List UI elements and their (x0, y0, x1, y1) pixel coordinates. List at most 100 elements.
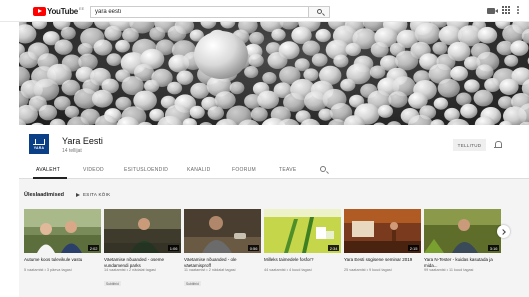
banner-pellet (473, 89, 494, 107)
banner-pellet (54, 39, 73, 55)
top-icons (487, 6, 519, 14)
banner-pellet (510, 40, 529, 56)
banner-pellet (504, 54, 519, 67)
video-title[interactable]: Väetamise nõuanded - oseme vundamendi pa… (104, 257, 181, 268)
youtube-logo[interactable]: YouTube EE (33, 6, 84, 16)
banner-pellet (244, 66, 259, 78)
banner-pellet (475, 64, 494, 80)
banner-pellet-large (194, 31, 248, 79)
banner-pellet (484, 78, 501, 92)
banner-pellet (340, 78, 356, 92)
video-meta: 14 vaatamist • 2 nädalat tagasi (104, 268, 156, 272)
bell-icon[interactable] (494, 141, 502, 149)
search-button[interactable] (308, 6, 330, 18)
play-all-button[interactable]: ESITA KÕIK (76, 192, 110, 197)
tab-kanalid[interactable]: KANALID (187, 167, 211, 173)
play-icon (76, 192, 80, 197)
video-meta: 25 vaatamist • 9 kuud tagasi (344, 268, 392, 272)
channel-avatar[interactable]: YARA (29, 134, 49, 154)
banner-pellet (464, 79, 480, 93)
banner-pellet (115, 39, 130, 53)
video-thumbnail[interactable]: 0:56 (184, 209, 261, 253)
banner-pellet (271, 28, 286, 41)
subscriber-count: 14 tellijat (62, 148, 82, 154)
play-all-label: ESITA KÕIK (83, 192, 111, 197)
tab-foorum[interactable]: FOORUM (232, 167, 256, 173)
upload-age: 9 kuud tagasi (368, 268, 392, 272)
viking-ship-icon (33, 138, 45, 145)
banner-pellet (190, 82, 210, 99)
more-vert-icon[interactable] (517, 6, 519, 14)
banner-pellet (369, 65, 386, 79)
banner-pellet (388, 91, 408, 108)
video-thumbnail[interactable]: 2:15 (344, 209, 421, 253)
banner-pellet (311, 53, 328, 67)
video-title[interactable]: Yara Eesti sügisene seminar 2019 (344, 257, 421, 263)
banner-pellet (502, 24, 525, 44)
tab-videod[interactable]: VIDEOD (83, 167, 104, 173)
tab-esitusloendid[interactable]: ESITUSLOENDID (124, 167, 168, 173)
video-meta: 5 vaatamist • 3 päeva tagasi (24, 268, 72, 272)
banner-pellet (477, 26, 498, 44)
banner-pellet (377, 104, 393, 118)
banner-pellet (64, 105, 80, 118)
upload-age: 4 kuud tagasi (288, 268, 312, 272)
banner-pellet (144, 79, 160, 93)
view-count: 5 vaatamist (24, 268, 44, 272)
upload-age: 2 nädalat tagasi (208, 268, 236, 272)
apps-grid-icon[interactable] (502, 6, 510, 14)
banner-pellet (38, 104, 58, 121)
view-count: 25 vaatamist (344, 268, 366, 272)
banner-pellet (333, 54, 349, 68)
tab-teave[interactable]: TEAVE (279, 167, 297, 173)
banner-pellet (104, 25, 122, 41)
banner-pellet (433, 97, 449, 110)
shelf-title[interactable]: Üleslaadimised (24, 192, 64, 198)
banner-pellet (31, 122, 44, 125)
video-title[interactable]: Milleks taimedele fosfor? (264, 257, 341, 263)
banner-pellet (49, 118, 66, 125)
video-duration: 2:02 (88, 245, 99, 251)
video-meta: 44 vaatamist • 4 kuud tagasi (264, 268, 312, 272)
channel-search-icon[interactable] (320, 166, 326, 172)
banner-pellet (345, 42, 362, 57)
banner-pellets-image (19, 22, 529, 125)
view-count: 44 vaatamist (264, 268, 286, 272)
video-thumbnail[interactable]: 1:06 (104, 209, 181, 253)
tab-avaleht[interactable]: AVALEHT (36, 167, 60, 173)
video-title[interactable]: Yara N-Tester - kuidas kasutada ja mida.… (424, 257, 501, 268)
next-arrow-button[interactable] (497, 225, 510, 238)
banner-pellet (19, 51, 39, 69)
view-count: 14 vaatamist (104, 268, 126, 272)
banner-pellet (437, 78, 460, 98)
video-thumbnail[interactable]: 2:34 (264, 209, 341, 253)
logo-region: EE (78, 5, 85, 11)
banner-pellet (229, 81, 245, 95)
search-input[interactable] (90, 6, 308, 18)
youtube-play-icon (33, 6, 46, 16)
banner-pellet (149, 27, 166, 41)
banner-pellet (395, 50, 419, 71)
video-duration: 2:15 (408, 245, 419, 251)
banner-pellet (460, 103, 478, 119)
view-count: 99 vaatamist (424, 268, 446, 272)
video-title[interactable]: Autume koos tulevikule vastu (24, 257, 101, 263)
video-thumbnail[interactable]: 3:16 (424, 209, 501, 253)
video-camera-icon[interactable] (487, 7, 498, 14)
banner-pellet (414, 22, 441, 45)
banner-pellet (302, 40, 321, 56)
banner-pellet (370, 42, 389, 58)
banner-pellet (207, 106, 224, 120)
banner-pellet (262, 72, 277, 84)
subscribe-button[interactable]: TELLITUD (453, 139, 486, 151)
banner-pellet (267, 52, 288, 69)
banner-pellet (19, 24, 37, 44)
video-thumbnail[interactable]: 2:02 (24, 209, 101, 253)
video-duration: 2:34 (328, 245, 339, 251)
upload-age: 3 päeva tagasi (46, 268, 72, 272)
upload-age: 11 kuud tagasi (448, 268, 474, 272)
banner-pellet (176, 70, 194, 85)
banner-pellet (93, 39, 113, 56)
banner-pellet (315, 28, 331, 43)
video-title[interactable]: Väetamise nõuanded - ole väetamisproff (184, 257, 261, 268)
